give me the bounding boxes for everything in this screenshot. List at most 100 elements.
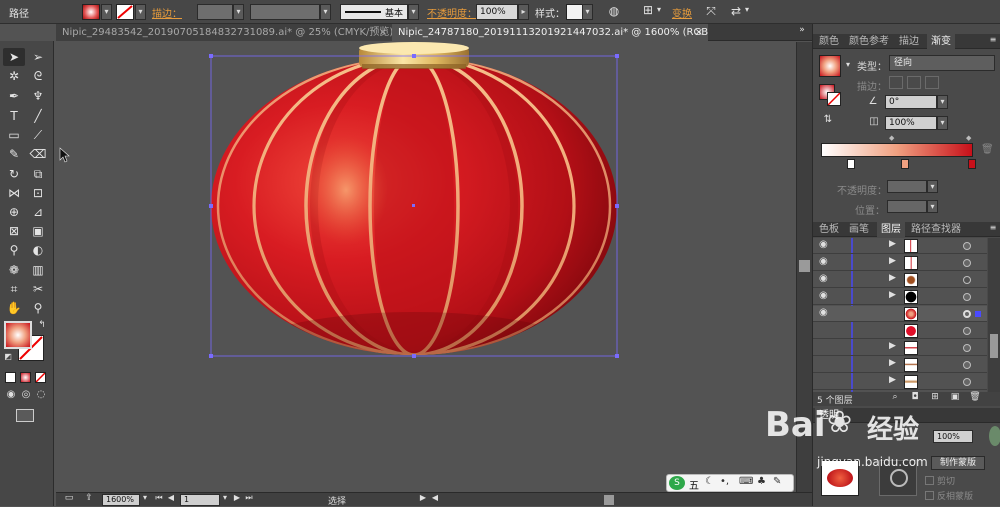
stroke-weight-field[interactable] [197,4,233,20]
visibility-eye-icon[interactable]: ◉ [819,273,828,284]
blend-tool-icon[interactable]: ◐ [27,241,49,259]
stroke-weight-arrow[interactable]: ▾ [233,4,244,20]
selection-tool-icon[interactable]: ➤ [3,48,25,66]
recolor-icon[interactable]: ◍ [606,4,622,18]
keyboard-icon[interactable]: ⌨ [739,476,753,487]
scale-tool-icon[interactable]: ⧉ [27,165,49,183]
visibility-eye-icon[interactable]: ◉ [819,307,828,318]
mesh-tool-icon[interactable]: ⊠ [3,222,25,240]
clip-checkbox[interactable] [925,476,934,485]
fill-stroke-mini-stroke[interactable] [827,92,841,106]
tab-pathfinder[interactable]: 路径查找器 [907,222,965,237]
stop-opacity-arrow[interactable]: ▾ [927,180,938,193]
stroke-within-icon[interactable] [889,76,903,89]
tab-document-2[interactable]: Nipic_24787180_20191113201921447032.ai* … [392,24,708,41]
last-artboard-icon[interactable]: ⏭ [244,493,254,503]
target-circle-icon[interactable] [963,293,971,301]
default-colors-icon[interactable]: ◩ [2,352,14,361]
layer-row[interactable]: ◉ ▶ [813,289,987,305]
stop-location-field[interactable] [887,200,927,213]
canvas[interactable]: S 五 ☾ •, ⌨ ♣ ✎ [56,42,796,492]
opacity-arrow[interactable]: ▸ [518,4,529,20]
angle-dropdown-arrow[interactable]: ▾ [937,95,948,109]
swap-fill-stroke-icon[interactable]: ↰ [36,320,48,330]
ime-mode-label[interactable]: 五 [689,477,699,492]
brush-definition-dropdown[interactable]: 基本 [340,4,408,20]
gradient-mode-icon[interactable] [20,372,31,383]
tab-stroke[interactable]: 描边 [895,34,923,49]
tab-color[interactable]: 颜色 [815,34,843,49]
share-icon[interactable]: ⇪ [82,493,96,503]
layer-row[interactable]: ▶ [813,357,987,373]
expand-triangle-icon[interactable]: ▶ [889,290,896,300]
delete-stop-icon[interactable]: 🗑 [981,144,994,155]
target-circle-icon[interactable] [963,361,971,369]
shape-builder-tool-icon[interactable]: ⊕ [3,203,25,221]
prev-artboard-icon[interactable]: ◀ [166,493,176,502]
close-icon[interactable]: × [379,24,387,41]
draw-normal-icon[interactable]: ◉ [4,389,18,400]
panel-menu-icon[interactable]: ≡ [987,35,999,44]
aspect-dropdown-arrow[interactable]: ▾ [937,116,948,130]
symbol-sprayer-tool-icon[interactable]: ❁ [3,261,25,279]
magic-wand-tool-icon[interactable]: ✲ [3,67,25,85]
layer-row[interactable]: ▶ [813,340,987,356]
first-artboard-icon[interactable]: ⏮ [154,493,164,503]
target-circle-icon[interactable] [963,259,971,267]
isolate-icon[interactable]: ⤧ [703,4,719,19]
width-tool-icon[interactable]: ⋈ [3,184,25,202]
visibility-eye-icon[interactable]: ◉ [819,256,828,267]
lasso-tool-icon[interactable]: ᘓ [27,67,49,85]
gradient-tool-icon[interactable]: ▣ [27,222,49,240]
zoom-dropdown-icon[interactable]: ▾ [140,493,150,502]
eyedropper-tool-icon[interactable]: ⚲ [3,241,25,259]
layer-row[interactable]: ◉ ▶ [813,238,987,254]
hand-tool-icon[interactable]: ✋ [3,299,25,317]
slice-tool-icon[interactable]: ✂ [27,280,49,298]
color-mode-icon[interactable] [5,372,16,383]
tab-gradient[interactable]: 渐变 [927,34,955,49]
arrange-dropdown-icon[interactable]: ▾ [742,5,752,14]
zoom-field[interactable]: 1600% [102,494,140,506]
artboard-tool-icon[interactable]: ⌗ [3,280,25,298]
midpoint-diamond-2[interactable]: ◆ [966,134,971,142]
gradient-stop-1[interactable] [847,159,855,169]
rectangle-tool-icon[interactable]: ▭ [3,126,25,144]
ime-toolbar[interactable]: S 五 ☾ •, ⌨ ♣ ✎ [666,474,794,492]
moon-icon[interactable]: ☾ [705,476,714,487]
rotate-tool-icon[interactable]: ↻ [3,165,25,183]
status-icon-left[interactable]: ▭ [62,493,76,503]
zoom-tool-icon[interactable]: ⚲ [27,299,49,317]
reverse-gradient-icon[interactable]: ⇅ [821,114,835,125]
stop-location-arrow[interactable]: ▾ [927,200,938,213]
tab-swatches[interactable]: 色板 [815,222,843,237]
hscroll-thumb[interactable] [604,495,614,505]
gradient-stop-2[interactable] [901,159,909,169]
stroke-label[interactable]: 描边： [152,5,182,20]
invert-mask-checkbox[interactable] [925,491,934,500]
draw-inside-icon[interactable]: ◌ [34,389,48,400]
scroll-thumb[interactable] [799,260,810,272]
tab-document-1[interactable]: Nipic_29483542_20190705184832731089.ai* … [56,24,392,41]
skin-icon[interactable]: ♣ [757,476,766,487]
stroke-dropdown-arrow[interactable]: ▾ [135,4,146,20]
column-graph-tool-icon[interactable]: ▥ [27,261,49,279]
tab-layers[interactable]: 图层 [877,222,905,237]
variable-width-arrow[interactable]: ▾ [320,4,331,20]
expand-triangle-icon[interactable]: ▶ [889,341,896,351]
expand-triangle-icon[interactable]: ▶ [889,256,896,266]
gradient-stop-3[interactable] [968,159,976,169]
gradient-preset-arrow[interactable]: ▾ [843,60,853,69]
artboard-dropdown-icon[interactable]: ▾ [220,493,230,502]
opacity-label[interactable]: 不透明度： [427,5,477,20]
artboard-field[interactable]: 1 [180,494,220,506]
pencil-tool-icon[interactable]: ✎ [3,145,25,163]
gradient-preview[interactable] [819,55,841,77]
punctuation-icon[interactable]: •, [720,476,729,487]
expand-triangle-icon[interactable]: ▶ [889,358,896,368]
layer-row[interactable]: ◉ ▶ [813,255,987,271]
tab-color-guide[interactable]: 颜色参考 [845,34,893,49]
stop-opacity-field[interactable] [887,180,927,193]
perspective-grid-tool-icon[interactable]: ⊿ [27,203,49,221]
fill-box-front[interactable] [4,321,32,349]
